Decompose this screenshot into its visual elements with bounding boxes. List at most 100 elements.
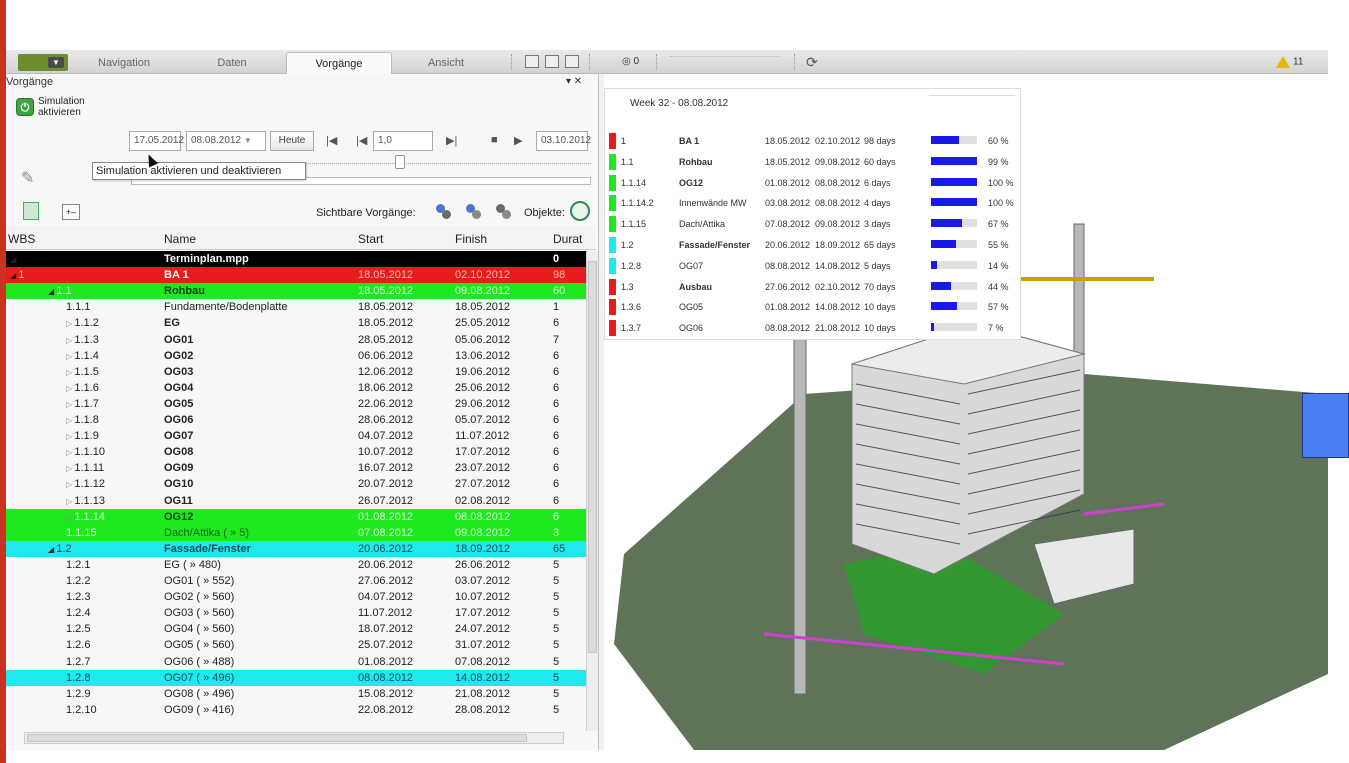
- skip-start-icon[interactable]: |◀: [326, 134, 337, 147]
- table-row[interactable]: 1.2.10 OG09 ( » 416) 22.08.2012 28.08.2012 5: [6, 702, 586, 718]
- tab-navigation[interactable]: Navigation: [76, 52, 172, 74]
- progress-fill: [931, 240, 957, 248]
- table-row[interactable]: ▷ 1.1.8 OG06 28.06.2012 05.07.2012 6: [6, 412, 586, 428]
- brush-icon[interactable]: ✎: [21, 168, 34, 188]
- wbs-cell: ◢ 1.2: [48, 541, 72, 558]
- name-cell: OG05: [164, 397, 194, 410]
- table-row[interactable]: ◢ 1.2 Fassade/Fenster 20.06.2012 18.09.2012…: [6, 540, 586, 558]
- horizontal-scrollbar[interactable]: [24, 732, 564, 744]
- people-grey-icon[interactable]: [464, 202, 482, 220]
- wbs-cell: ▷ 1.1.4: [66, 348, 99, 365]
- table-row[interactable]: 1.2.1 EG ( » 480) 20.06.2012 26.06.2012 5: [6, 557, 586, 573]
- table-row[interactable]: ▷ 1.1.5 OG03 12.06.2012 19.06.2012 6: [6, 364, 586, 380]
- vertical-scrollbar[interactable]: [586, 251, 598, 731]
- today-button[interactable]: Heute: [270, 131, 314, 151]
- wbs-value: 1.1.3: [74, 333, 99, 346]
- table-row[interactable]: 1.2.2 OG01 ( » 552) 27.06.2012 03.07.2012 5: [6, 573, 586, 589]
- table-row[interactable]: 1.2.8 OG07 ( » 496) 08.08.2012 14.08.2012 5: [6, 669, 586, 686]
- gantt-finish: 14.08.2012: [815, 260, 861, 271]
- col-duration[interactable]: Durat: [553, 232, 582, 246]
- col-start[interactable]: Start: [358, 232, 383, 246]
- table-row[interactable]: ▷ 1.1.9 OG07 04.07.2012 11.07.2012 6: [6, 428, 586, 444]
- table-row[interactable]: 1.2.3 OG02 ( » 560) 04.07.2012 10.07.2012 5: [6, 589, 586, 605]
- table-row[interactable]: ▷ 1.1.10 OG08 10.07.2012 17.07.2012 6: [6, 444, 586, 460]
- gantt-dur: 70 days: [864, 281, 896, 292]
- slider-thumb[interactable]: [395, 155, 405, 169]
- progress-fill: [931, 177, 977, 186]
- table-row[interactable]: 1.1.1 Fundamente/Bodenplatte 18.05.2012 18.…: [6, 299, 586, 315]
- table-row[interactable]: ▷ 1.1.4 OG02 06.06.2012 13.06.2012 6: [6, 348, 586, 364]
- tab-daten[interactable]: Daten: [184, 52, 280, 74]
- object-search-icon[interactable]: [570, 201, 590, 221]
- table-row[interactable]: 1.2.6 OG05 ( » 560) 25.07.2012 31.07.2012 5: [6, 637, 586, 653]
- name-cell: Terminplan.mpp: [164, 253, 249, 265]
- start-cell: 18.06.2012: [358, 381, 414, 394]
- name-cell: OG09: [164, 462, 194, 475]
- table-row[interactable]: ◢ 1 BA 1 18.05.2012 02.10.2012 98: [6, 267, 586, 284]
- table-row[interactable]: ▷ 1.1.11 OG09 16.07.2012 23.07.2012 6: [6, 460, 586, 476]
- expand-icon[interactable]: ◢: [10, 255, 16, 264]
- progress-bar: [931, 198, 977, 207]
- dur-cell: 5: [553, 623, 560, 636]
- table-row[interactable]: 1.2.9 OG08 ( » 496) 15.08.2012 21.08.2012 5: [6, 686, 586, 702]
- current-date-select[interactable]: 08.08.2012 ▼: [186, 131, 266, 151]
- filter-icon[interactable]: [23, 202, 39, 220]
- dur-cell: 5: [553, 671, 560, 684]
- table-row[interactable]: 1.2.5 OG04 ( » 560) 18.07.2012 24.07.2012 5: [6, 621, 586, 637]
- blue-marker[interactable]: [1302, 393, 1349, 458]
- people-blue-icon[interactable]: [434, 202, 452, 220]
- gantt-start: 01.08.2012: [765, 302, 811, 313]
- finish-cell: 08.08.2012: [455, 510, 511, 523]
- stop-icon[interactable]: ■: [491, 134, 498, 146]
- step-forward-icon[interactable]: ▶|: [446, 134, 457, 147]
- simulation-toggle-button[interactable]: ⏻ Simulation aktivieren: [10, 92, 118, 122]
- table-row[interactable]: ◢ Terminplan.mpp 0: [6, 251, 586, 267]
- gantt-start: 27.06.2012: [765, 281, 811, 292]
- people-dark-icon[interactable]: [494, 202, 512, 220]
- warning-indicator[interactable]: 11: [1276, 56, 1303, 68]
- timeline-slider[interactable]: [131, 153, 591, 169]
- separator: [511, 54, 512, 70]
- table-row[interactable]: 1.2.7 OG06 ( » 488) 01.08.2012 07.08.2012 5: [6, 654, 586, 670]
- scrollbar-thumb[interactable]: [588, 261, 597, 653]
- table-row[interactable]: ▷ 1.1.14 OG12 01.08.2012 08.08.2012 6: [6, 508, 586, 525]
- table-row[interactable]: ▷ 1.1.2 EG 18.05.2012 25.05.2012 6: [6, 315, 586, 331]
- col-name[interactable]: Name: [164, 232, 196, 246]
- app-menu-button[interactable]: ▼: [18, 54, 68, 71]
- date-from-field[interactable]: 17.05.2012: [129, 131, 184, 151]
- view-single-icon[interactable]: [525, 55, 539, 68]
- dur-cell: 6: [553, 446, 560, 459]
- table-row[interactable]: ▷ 1.1.6 OG04 18.06.2012 25.06.2012 6: [6, 380, 586, 396]
- gantt-row: 1.1 Rohbau 18.05.2012 09.08.2012 60 days 99 %: [609, 152, 1014, 172]
- tab-ansicht[interactable]: Ansicht: [398, 52, 494, 74]
- selection-counter[interactable]: ◎ 0: [622, 56, 639, 67]
- tab-vorgaenge[interactable]: Vorgänge: [286, 52, 392, 74]
- step-back-icon[interactable]: |◀: [356, 134, 367, 147]
- table-row[interactable]: ▷ 1.1.13 OG11 26.07.2012 02.08.2012 6: [6, 493, 586, 509]
- table-row[interactable]: ▷ 1.1.7 OG05 22.06.2012 29.06.2012 6: [6, 396, 586, 412]
- col-wbs[interactable]: WBS: [8, 232, 35, 246]
- gantt-row: 1.3 Ausbau 27.06.2012 02.10.2012 70 days 44 %: [609, 277, 1014, 297]
- table-row[interactable]: 1.2.4 OG03 ( » 560) 11.07.2012 17.07.2012 5: [6, 605, 586, 621]
- gantt-wbs: 1.1.14.2: [621, 198, 654, 209]
- view-split-icon[interactable]: [545, 55, 559, 68]
- step-size-stepper[interactable]: 1,0: [373, 131, 433, 151]
- play-icon[interactable]: ▶: [514, 134, 522, 147]
- wbs-cell: ◢ 1.1: [48, 283, 72, 300]
- current-date-value: 08.08.2012: [191, 135, 242, 146]
- gantt-wbs: 1.1.15: [621, 219, 647, 230]
- fullscreen-icon[interactable]: [565, 55, 579, 68]
- scrollbar-thumb[interactable]: [27, 734, 527, 742]
- table-row[interactable]: ▷ 1.1.12 OG10 20.07.2012 27.07.2012 6: [6, 476, 586, 492]
- gantt-percent: 100 %: [988, 198, 1014, 209]
- gantt-dur: 10 days: [864, 323, 896, 334]
- gantt-dur: 3 days: [864, 219, 891, 230]
- table-row[interactable]: 1.1.15 Dach/Attika ( » 5) 07.08.2012 09.08.…: [6, 524, 586, 541]
- table-row[interactable]: ▷ 1.1.3 OG01 28.05.2012 05.06.2012 7: [6, 332, 586, 348]
- panel-controls[interactable]: ▾ ✕: [566, 76, 582, 87]
- table-row[interactable]: ◢ 1.1 Rohbau 18.05.2012 09.08.2012 60: [6, 283, 586, 300]
- date-to-field[interactable]: 03.10.2012: [536, 131, 591, 151]
- collapse-all-button[interactable]: +–: [62, 204, 80, 220]
- col-finish[interactable]: Finish: [455, 232, 487, 246]
- sync-icon[interactable]: ⟳: [806, 54, 818, 71]
